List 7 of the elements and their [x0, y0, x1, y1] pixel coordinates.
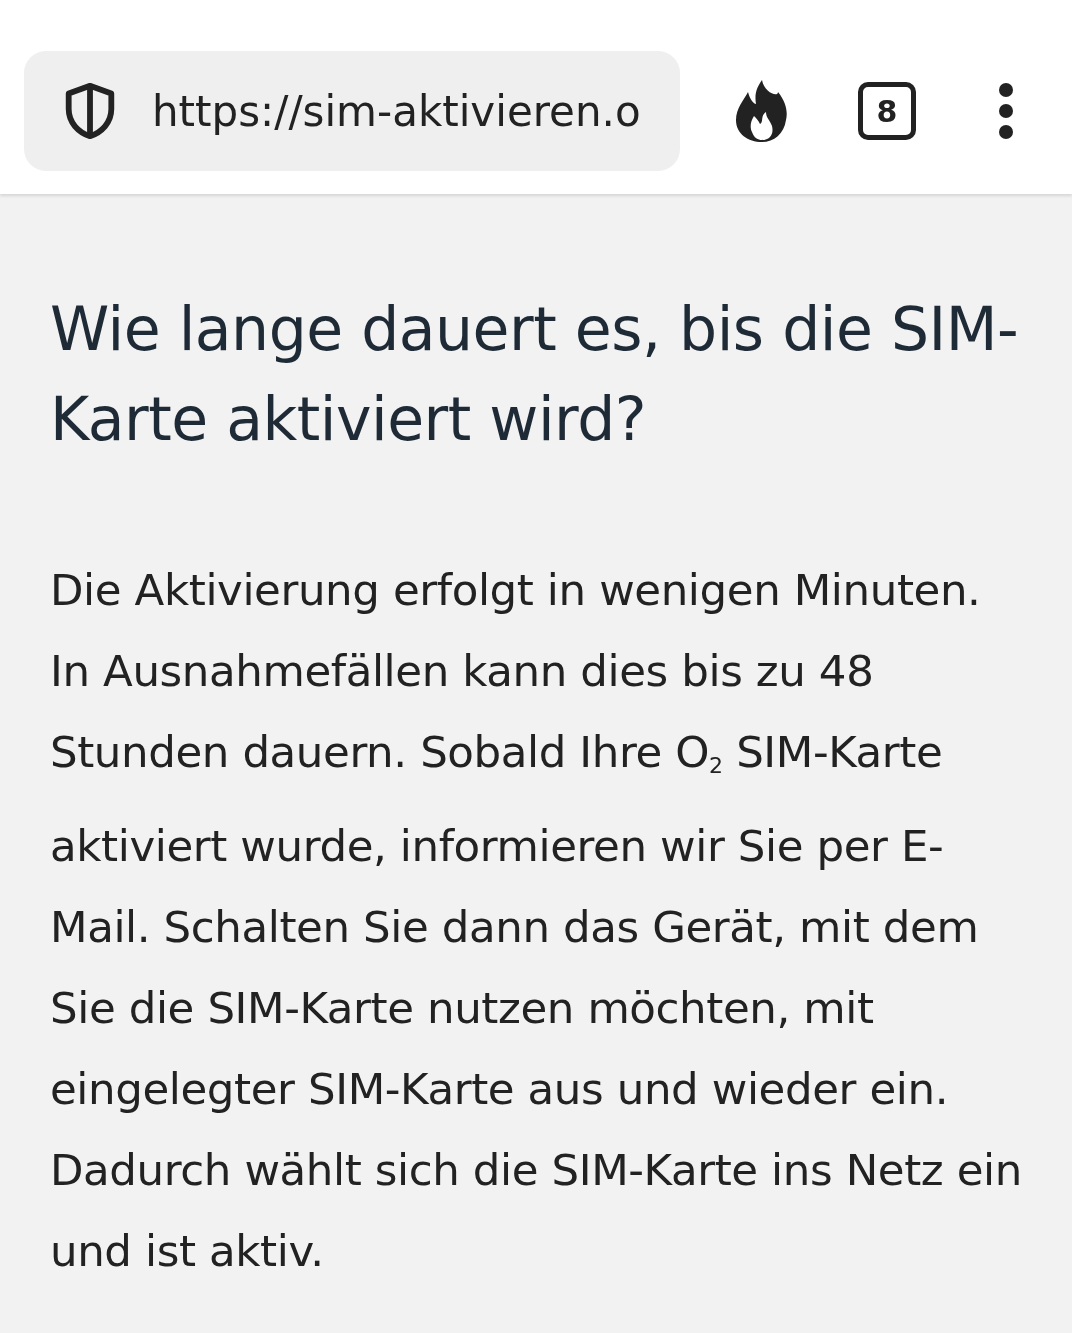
tab-count-button[interactable]: 8	[858, 82, 916, 140]
url-text: https://sim-aktivieren.o	[152, 86, 641, 136]
article-heading: Wie lange dauert es, bis die SIM-Karte aktiviert wird?	[50, 293, 1020, 456]
article-paragraph: Die Aktivierung erfolgt in wenigen Minuten. In Ausnahmefällen kann dies bis zu 48 Stunden dauern. Sobald Ihre O$_{2}$ SIM-Karte aktiviert wurde, informieren wir Sie per E-Mail. Schalten Sie dann das Gerät, mit dem Sie die SIM-Karte nutzen möchten, mit eingelegter SIM-Karte aus und wieder ein. Dadurch wählt sich die SIM-Karte ins Netz ein und ist aktiv.	[50, 564, 1023, 1278]
flame-icon[interactable]	[734, 80, 788, 142]
address-bar[interactable]: https://sim-aktivieren.o	[24, 51, 680, 171]
menu-icon[interactable]	[998, 83, 1014, 139]
